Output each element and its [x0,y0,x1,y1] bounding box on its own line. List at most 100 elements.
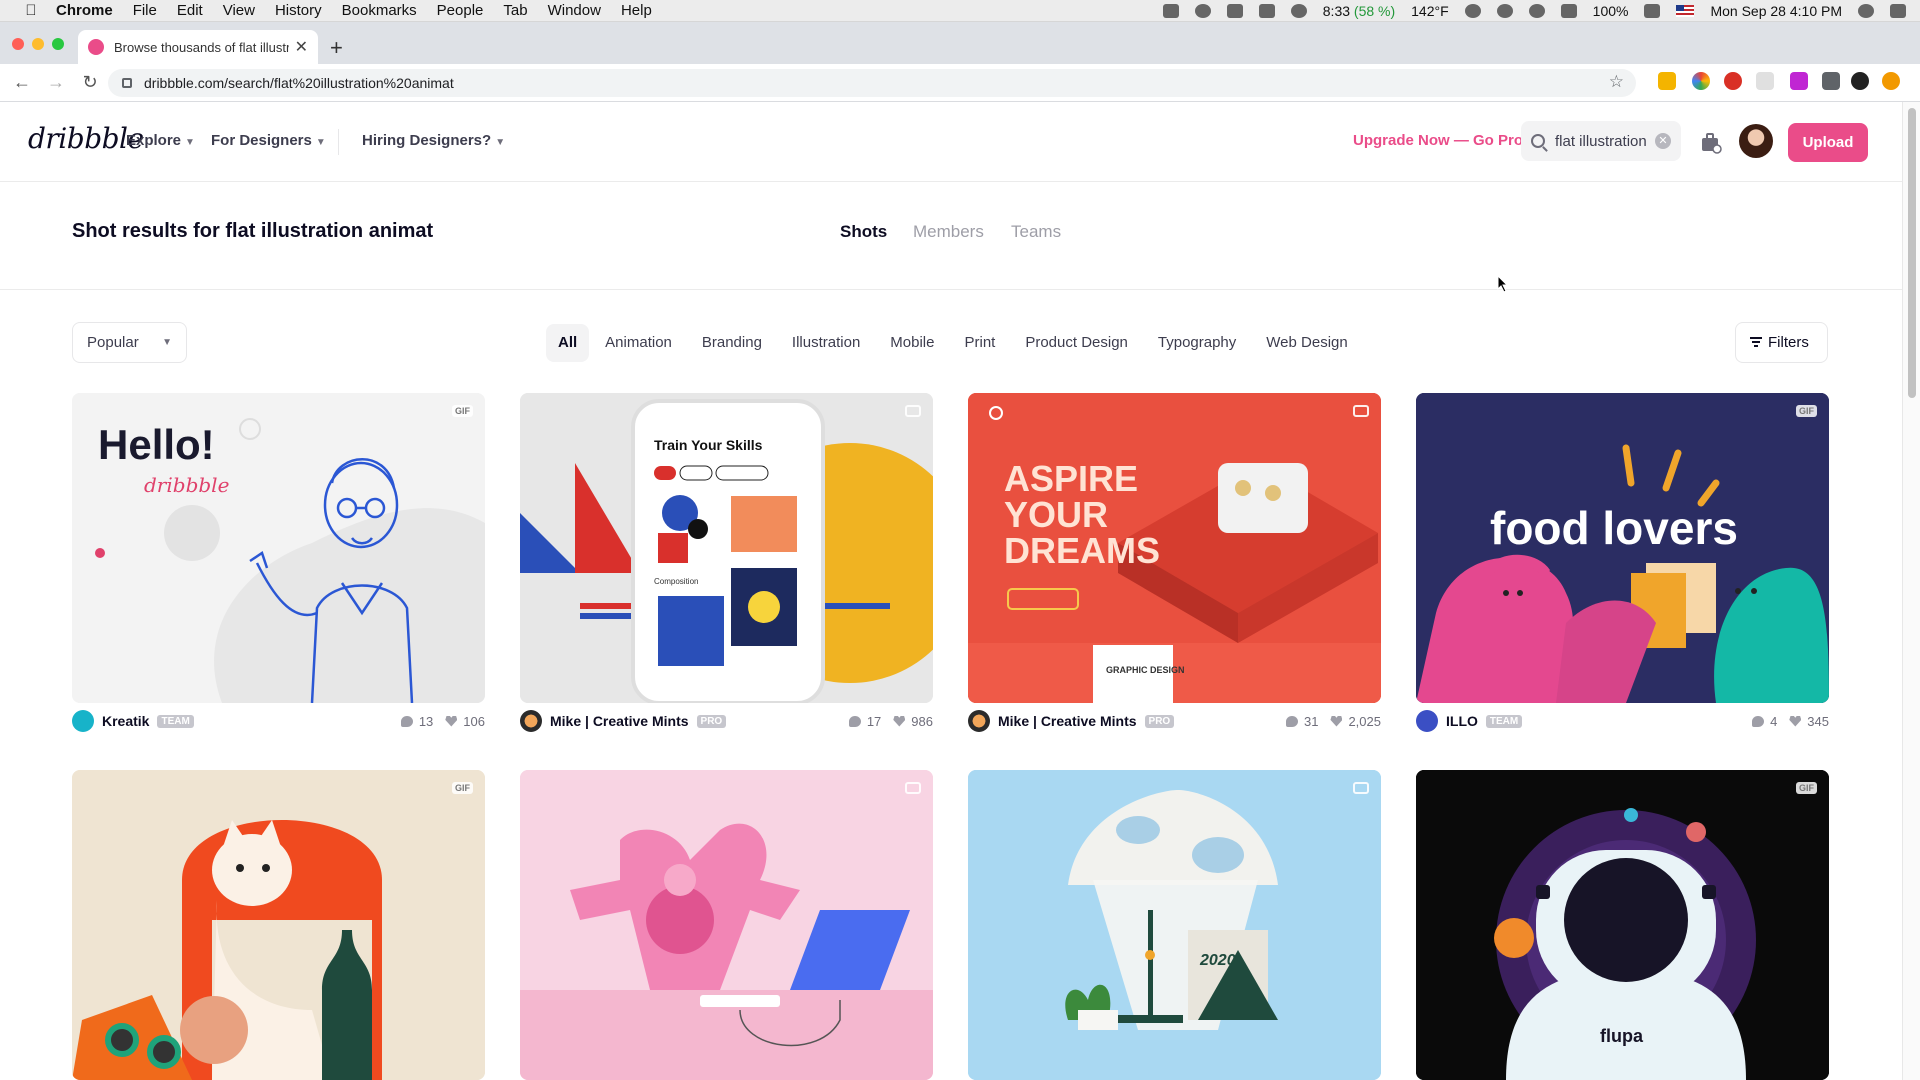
gif-badge: GIF [452,782,473,794]
new-tab-button[interactable]: + [330,35,343,61]
battery-icon[interactable] [1644,4,1661,18]
menu-file[interactable]: File [133,2,157,19]
tab-members[interactable]: Members [913,222,984,242]
category-illustration[interactable]: Illustration [778,324,874,362]
status-icon[interactable] [1194,4,1211,18]
lock-icon[interactable] [122,78,132,88]
shot-thumbnail[interactable]: Train Your Skills Composition [520,393,933,703]
clear-search-icon[interactable]: ✕ [1655,133,1671,149]
bluetooth-icon[interactable] [1528,4,1545,18]
tab-teams[interactable]: Teams [1011,222,1061,242]
upgrade-link[interactable]: Upgrade Now — Go Pro [1353,132,1523,149]
close-window-button[interactable] [12,38,24,50]
datetime[interactable]: Mon Sep 28 4:10 PM [1710,3,1842,19]
category-branding[interactable]: Branding [688,324,776,362]
reload-button[interactable]: ↻ [78,72,102,93]
user-avatar[interactable] [1739,124,1773,158]
menu-history[interactable]: History [275,2,322,19]
dropbox-icon[interactable] [1226,4,1243,18]
battery-time[interactable]: 8:33 (58 %) [1323,3,1395,19]
display-icon[interactable] [1258,4,1275,18]
page-scrollbar[interactable] [1902,102,1920,1080]
sort-dropdown[interactable]: Popular ▼ [72,322,187,363]
jobs-bag-icon[interactable] [1700,132,1722,154]
wifi-icon[interactable] [1560,4,1577,18]
shot-stats: 4 345 [1752,714,1829,729]
menu-edit[interactable]: Edit [177,2,203,19]
profile-globe-icon[interactable] [1851,72,1869,90]
heart-icon[interactable] [1789,715,1802,727]
adblock-icon[interactable] [1724,72,1742,90]
address-bar[interactable]: dribbble.com/search/flat%20illustration%… [108,69,1636,97]
back-button[interactable]: ← [10,72,34,93]
extension-purple-icon[interactable] [1790,72,1808,90]
author-name[interactable]: Kreatik [102,713,149,729]
team-badge: TEAM [1485,714,1523,728]
shot-thumbnail[interactable]: ASPIRE YOUR DREAMS GRAPHIC DESIGN [968,393,1381,703]
minimize-window-button[interactable] [32,38,44,50]
category-web-design[interactable]: Web Design [1252,324,1361,362]
author-name[interactable]: ILLO [1446,713,1478,729]
bookmark-star-icon[interactable]: ☆ [1609,72,1624,92]
author-avatar[interactable] [72,710,94,732]
glasses-icon[interactable] [1464,4,1481,18]
time-machine-icon[interactable] [1496,4,1513,18]
menu-window[interactable]: Window [548,2,601,19]
shot-thumbnail[interactable]: 2020 [968,770,1381,1080]
menu-tab[interactable]: Tab [503,2,527,19]
menu-help[interactable]: Help [621,2,652,19]
shot-thumbnail[interactable] [520,770,933,1080]
reader-icon[interactable] [1756,72,1774,90]
category-animation[interactable]: Animation [591,324,686,362]
url-text[interactable]: dribbble.com/search/flat%20illustration%… [144,75,454,91]
cloud-icon[interactable] [1290,4,1307,18]
search-input[interactable]: flat illustration ✕ [1521,121,1681,161]
shot-thumbnail[interactable]: flupa GIF [1416,770,1829,1080]
heart-icon[interactable] [445,715,458,727]
scrollbar-thumb[interactable] [1908,108,1916,398]
author-avatar[interactable] [520,710,542,732]
chevron-down-icon: ▼ [495,137,506,148]
forward-button[interactable]: → [44,72,68,93]
camera-icon[interactable] [1162,4,1179,18]
extension-icon[interactable] [1658,72,1676,90]
like-count: 2,025 [1348,713,1381,729]
category-product-design[interactable]: Product Design [1011,324,1142,362]
extension-color-icon[interactable] [1692,72,1710,90]
search-value[interactable]: flat illustration [1555,133,1655,150]
menu-people[interactable]: People [437,2,484,19]
apple-icon[interactable]:  [20,2,42,19]
menu-view[interactable]: View [223,2,255,19]
nav-explore[interactable]: Explore ▼ [126,132,195,149]
heart-icon[interactable] [893,715,906,727]
flag-icon[interactable] [1676,5,1695,17]
temperature[interactable]: 142°F [1411,3,1449,19]
author-avatar[interactable] [968,710,990,732]
control-center-icon[interactable] [1890,4,1906,18]
author-name[interactable]: Mike | Creative Mints [550,713,689,729]
menu-app[interactable]: Chrome [56,2,113,19]
shot-thumbnail[interactable]: food lovers GIF [1416,393,1829,703]
category-print[interactable]: Print [950,324,1009,362]
tab-shots[interactable]: Shots [840,222,887,242]
zoom-window-button[interactable] [52,38,64,50]
nav-for-designers[interactable]: For Designers ▼ [211,132,326,149]
category-typography[interactable]: Typography [1144,324,1250,362]
battery-percent[interactable]: 100% [1593,3,1629,19]
author-name[interactable]: Mike | Creative Mints [998,713,1137,729]
browser-tab[interactable]: Browse thousands of flat illustr ✕ [78,30,318,64]
author-avatar[interactable] [1416,710,1438,732]
category-mobile[interactable]: Mobile [876,324,948,362]
shot-thumbnail[interactable]: GIF [72,770,485,1080]
filters-button[interactable]: Filters [1735,322,1828,363]
heart-icon[interactable] [1330,715,1343,727]
close-tab-icon[interactable]: ✕ [295,37,308,57]
upload-button[interactable]: Upload [1788,123,1868,162]
shot-thumbnail[interactable]: Hello! dribbble GIF [72,393,485,703]
puzzle-icon[interactable] [1822,72,1840,90]
category-all[interactable]: All [546,323,590,362]
extension-orange-icon[interactable] [1882,72,1900,90]
spotlight-icon[interactable] [1858,4,1874,18]
nav-hiring-designers[interactable]: Hiring Designers? ▼ [362,132,505,149]
menu-bookmarks[interactable]: Bookmarks [342,2,417,19]
